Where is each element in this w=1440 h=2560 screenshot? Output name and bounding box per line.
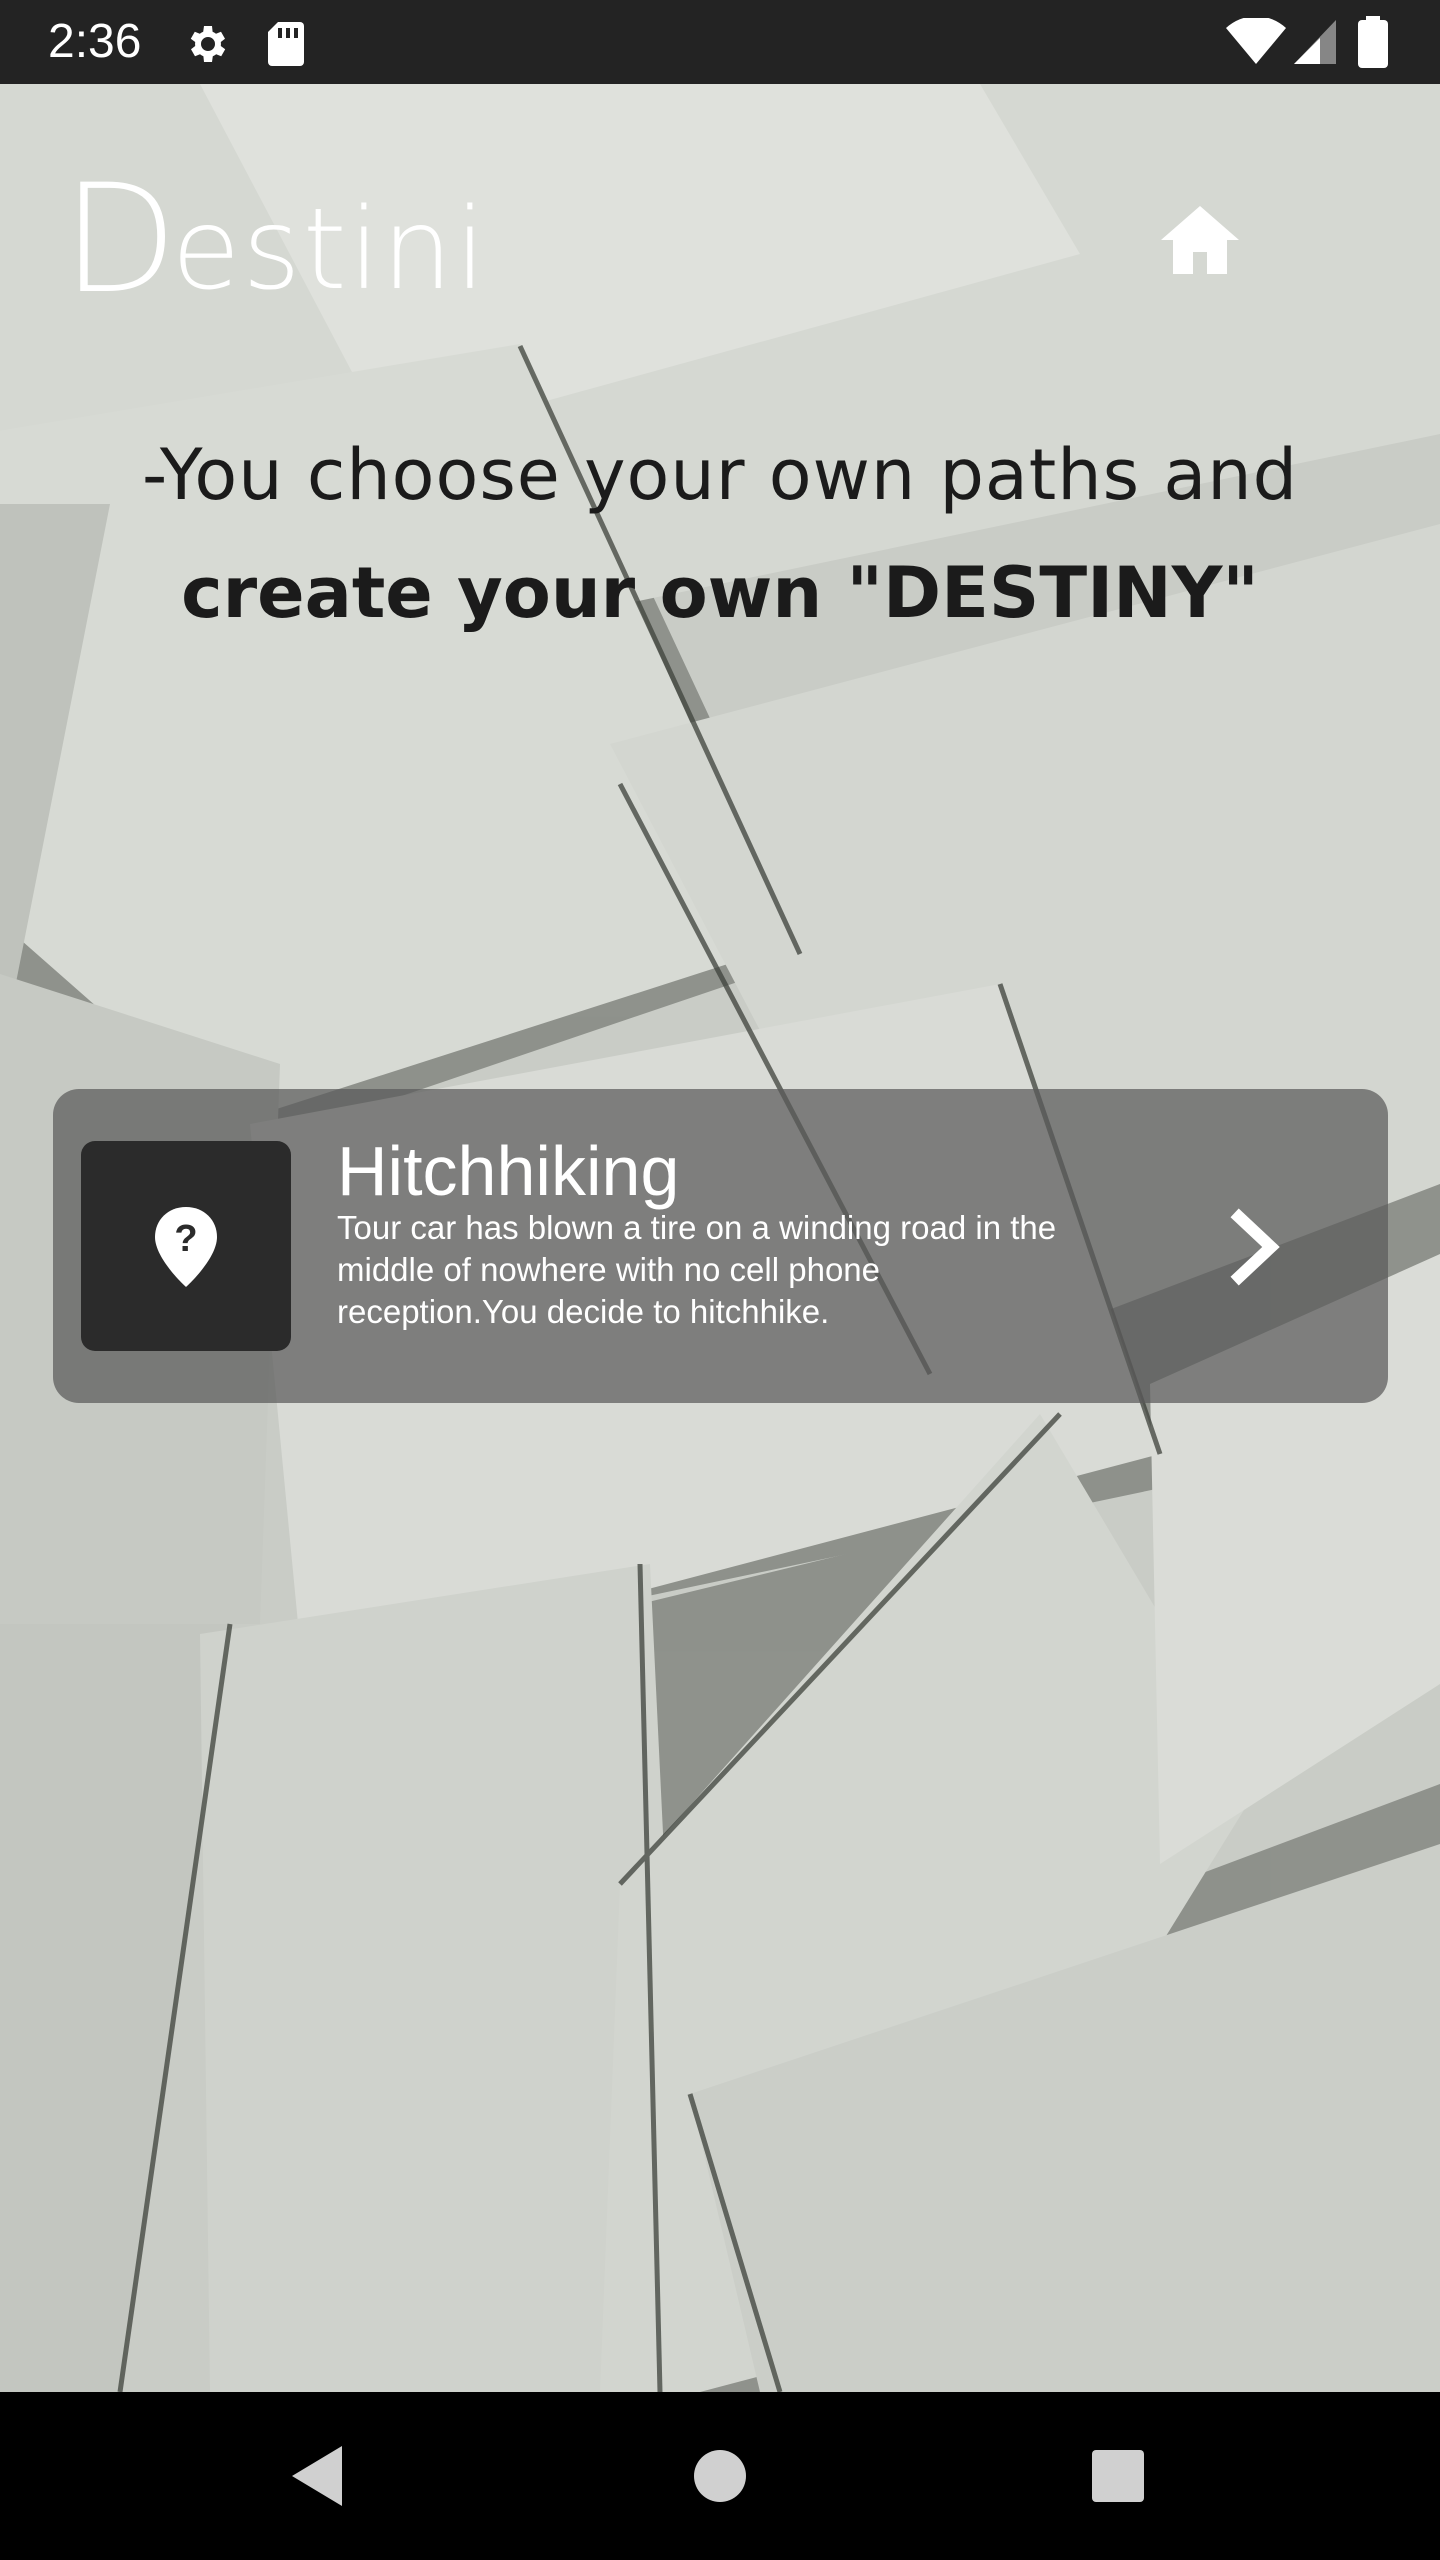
system-nav-bar <box>0 2392 1440 2560</box>
status-bar: 2:36 <box>0 0 1440 84</box>
story-description: Tour car has blown a tire on a winding r… <box>337 1209 1057 1330</box>
location-question-icon: ? <box>155 1207 217 1287</box>
home-button[interactable] <box>1155 200 1245 280</box>
sd-card-icon <box>268 22 304 66</box>
tagline-line-1: -You choose your own paths and <box>141 434 1299 516</box>
app-screen: 2:36 Destini -You choose your own paths … <box>0 0 1440 2560</box>
back-icon[interactable] <box>278 2436 358 2516</box>
chevron-right-icon[interactable] <box>1221 1207 1291 1287</box>
home-circle-icon[interactable] <box>680 2436 760 2516</box>
story-card-hitchhiking[interactable]: ? Hitchhiking Tour car has blown a tire … <box>53 1089 1388 1403</box>
gear-icon <box>190 26 226 62</box>
wifi-icon <box>1226 18 1286 64</box>
battery-icon <box>1358 16 1388 68</box>
app-logo: Destini <box>62 165 488 315</box>
recents-icon[interactable] <box>1078 2436 1158 2516</box>
cell-signal-icon <box>1294 20 1336 64</box>
story-thumbnail: ? <box>81 1141 291 1351</box>
status-time: 2:36 <box>48 15 142 68</box>
home-icon <box>1161 206 1239 274</box>
story-title: Hitchhiking <box>337 1132 680 1210</box>
tagline-line-2: create your own "DESTINY" <box>181 552 1259 634</box>
svg-text:?: ? <box>174 1218 197 1260</box>
logo-text: estini <box>171 185 488 315</box>
logo-initial: D <box>62 153 177 327</box>
